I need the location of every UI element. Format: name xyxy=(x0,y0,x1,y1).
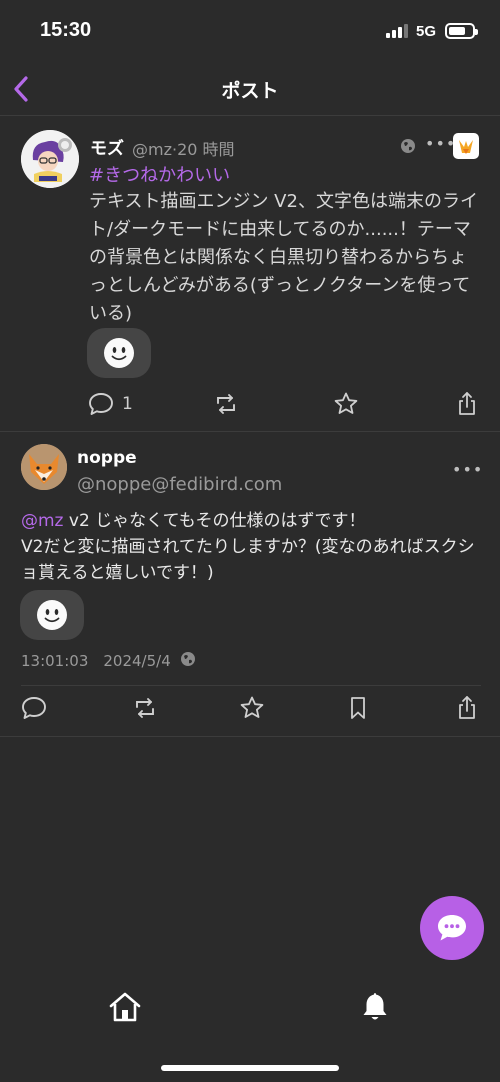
battery-icon xyxy=(445,23,478,39)
mention-link[interactable]: @mz xyxy=(21,511,63,531)
smiley-icon xyxy=(37,600,67,630)
boost-icon[interactable] xyxy=(131,694,159,722)
compose-bubble-icon xyxy=(438,915,466,941)
boost-icon[interactable] xyxy=(212,390,240,418)
fox-avatar-illustration xyxy=(21,444,67,490)
smiley-icon xyxy=(104,338,134,368)
divider xyxy=(21,685,481,686)
post-body: テキスト描画エンジン V2、文字色は端末のライト/ダークモードに由来してるのか.… xyxy=(89,191,478,324)
avatar[interactable] xyxy=(21,130,79,188)
client-app-icon xyxy=(453,133,479,159)
reply-icon[interactable] xyxy=(87,390,115,418)
avatar-illustration xyxy=(21,130,79,188)
post-body-line1: v2 じゃなくてもその仕様のはずです！ xyxy=(63,511,366,531)
favorite-icon[interactable] xyxy=(238,694,266,722)
post-body-rest: V2だと変に描画されてたりしますか？(変なのあればスクショ貰えると嬉しいです！) xyxy=(21,537,475,583)
handle-and-time: @mz·20 時間 xyxy=(132,140,235,159)
avatar[interactable] xyxy=(21,444,67,490)
bookmark-icon[interactable] xyxy=(344,694,372,722)
page-title: ポスト xyxy=(221,80,279,102)
post-timestamp: 13:01:03 2024/5/4 xyxy=(21,652,171,670)
reply-count: 1 xyxy=(122,394,133,414)
display-name[interactable]: モズ xyxy=(90,134,124,159)
post-card[interactable]: モズ @mz·20 時間 ••• #きつねかわいい テキスト描画エンジン V2、… xyxy=(0,116,500,432)
post-card[interactable]: noppe @noppe@fedibird.com ••• @mz v2 じゃな… xyxy=(0,432,500,737)
handle[interactable]: @noppe@fedibird.com xyxy=(77,474,282,495)
share-icon[interactable] xyxy=(453,694,481,722)
favorite-icon[interactable] xyxy=(332,390,360,418)
status-bar: 15:30 5G xyxy=(0,0,500,62)
share-icon[interactable] xyxy=(453,390,481,418)
emoji-reaction[interactable] xyxy=(20,590,84,640)
home-icon[interactable] xyxy=(107,989,143,1025)
navigation-bar: ポスト xyxy=(0,62,500,116)
emoji-reaction[interactable] xyxy=(87,328,151,378)
globe-icon xyxy=(401,139,415,153)
network-type: 5G xyxy=(416,23,437,40)
display-name[interactable]: noppe xyxy=(77,448,137,468)
bell-icon[interactable] xyxy=(357,989,393,1025)
status-time: 15:30 xyxy=(40,19,92,41)
cellular-signal-icon xyxy=(386,24,408,38)
more-options-icon[interactable]: ••• xyxy=(452,460,483,479)
globe-icon xyxy=(181,652,195,666)
post-body: @mz v2 じゃなくてもその仕様のはずです！ V2だと変に描画されてたりしますか… xyxy=(21,508,481,586)
home-indicator[interactable] xyxy=(161,1065,339,1071)
hashtag-link[interactable]: #きつねかわいい xyxy=(89,161,230,187)
more-options-icon[interactable]: ••• xyxy=(425,134,456,153)
compose-button[interactable] xyxy=(420,896,484,960)
reply-icon[interactable] xyxy=(20,694,48,722)
